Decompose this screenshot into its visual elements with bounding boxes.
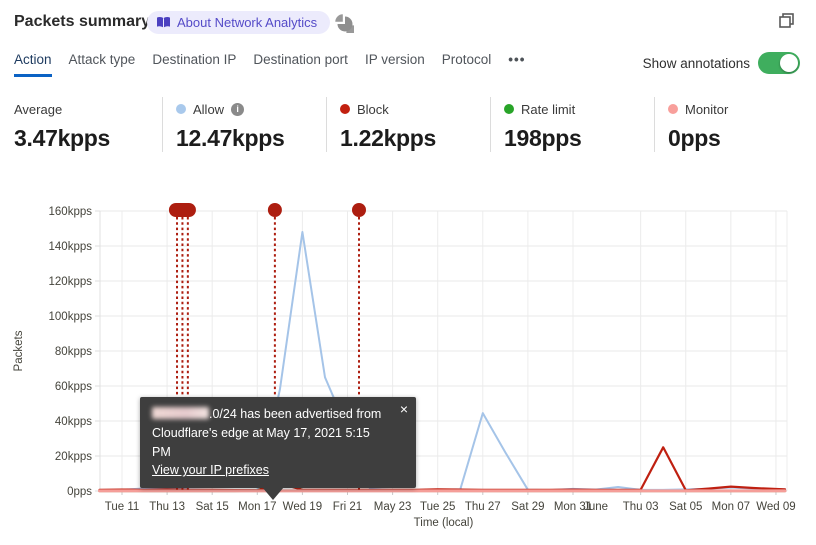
annotation-marker-dot[interactable] (352, 203, 367, 217)
stat-rate-limit: Rate limit 198pps (490, 97, 654, 152)
legend-dot-icon (176, 104, 186, 114)
stat-allow: Allow i 12.47kpps (162, 97, 326, 152)
y-tick-label: 80kpps (55, 346, 92, 358)
x-tick-label: Thu 13 (149, 501, 185, 513)
x-tick-label: Sat 05 (669, 501, 702, 513)
y-tick-label: 120kpps (49, 276, 93, 288)
info-icon[interactable]: i (231, 102, 245, 116)
show-annotations-label: Show annotations (642, 56, 750, 71)
stat-average: Average 3.47kpps (14, 97, 162, 152)
x-tick-label: Thu 03 (623, 501, 659, 513)
x-axis-title: Time (local) (414, 517, 474, 529)
page-title: Packets summary (14, 13, 151, 30)
x-tick-label: Sat 29 (511, 501, 544, 513)
y-tick-label: 20kpps (55, 451, 92, 463)
book-icon (156, 16, 171, 29)
x-tick-label: Mon 07 (712, 501, 750, 513)
tooltip-line1: .0/24 has been advertised from (152, 405, 392, 424)
x-tick-label: Tue 25 (420, 501, 455, 513)
annotation-marker-pill[interactable] (168, 203, 196, 217)
y-tick-label: 160kpps (49, 206, 93, 218)
network-analytics-panel: Packets summary About Network Analytics … (0, 0, 816, 545)
view-ip-prefixes-link[interactable]: View your IP prefixes (152, 463, 269, 477)
redacted-ip-prefix (152, 407, 209, 419)
tab-protocol[interactable]: Protocol (442, 52, 492, 77)
legend-dot-icon (504, 104, 514, 114)
x-tick-label: Mon 17 (238, 501, 276, 513)
x-tick-label: Wed 19 (283, 501, 322, 513)
tooltip-caret (262, 487, 284, 500)
tab-destination-port[interactable]: Destination port (253, 52, 348, 77)
tab-ip-version[interactable]: IP version (365, 52, 425, 77)
stats-row: Average 3.47kpps Allow i 12.47kpps Block 1.22k… (14, 97, 816, 152)
close-icon[interactable]: × (400, 399, 408, 420)
pie-chart-icon[interactable] (334, 13, 362, 41)
y-tick-label: 140kpps (49, 241, 93, 253)
stat-value: 12.47kpps (176, 125, 285, 151)
annotation-marker-dot[interactable] (267, 203, 282, 217)
stat-label: Rate limit (521, 101, 576, 117)
y-tick-label: 0pps (67, 486, 92, 498)
stat-monitor: Monitor 0pps (654, 97, 816, 152)
tooltip-line2: Cloudflare's edge at May 17, 2021 5:15 P… (152, 425, 370, 459)
stat-label: Monitor (685, 101, 729, 117)
stat-label: Allow (193, 101, 225, 117)
x-tick-label: Mon 31 (554, 501, 592, 513)
tab-destination-ip[interactable]: Destination IP (152, 52, 236, 77)
stat-value: 1.22kpps (340, 125, 437, 151)
stat-block: Block 1.22kpps (326, 97, 490, 152)
stat-value: 3.47kpps (14, 125, 111, 151)
x-tick-label: Sat 15 (196, 501, 229, 513)
stat-value: 0pps (668, 125, 721, 151)
show-annotations-toggle[interactable] (758, 52, 800, 74)
stat-label: Block (357, 101, 389, 117)
y-tick-label: 60kpps (55, 381, 92, 393)
x-tick-label: Wed 09 (756, 501, 795, 513)
x-tick-label: Fri 21 (333, 501, 362, 513)
x-tick-label: Thu 27 (465, 501, 501, 513)
tab-action[interactable]: Action (14, 52, 52, 77)
duplicate-window-icon[interactable] (778, 12, 795, 34)
y-tick-label: 100kpps (49, 311, 93, 323)
annotation-tooltip: × .0/24 has been advertised from Cloudfl… (140, 397, 416, 500)
y-tick-label: 40kpps (55, 416, 92, 428)
legend-dot-icon (340, 104, 350, 114)
tabs-row: Action Attack type Destination IP Destinati… (14, 52, 525, 77)
tabs-more-ellipsis[interactable]: ••• (508, 52, 525, 77)
about-badge-label: About Network Analytics (177, 15, 318, 30)
y-axis-title: Packets (13, 330, 25, 371)
x-tick-label: May 23 (374, 501, 412, 513)
tab-attack-type[interactable]: Attack type (69, 52, 136, 77)
toggle-knob (780, 54, 798, 72)
stat-label: Average (14, 101, 63, 117)
stat-value: 198pps (504, 125, 582, 151)
x-tick-label: June (583, 501, 608, 513)
legend-dot-icon (668, 104, 678, 114)
tooltip-line1-text: .0/24 has been advertised from (209, 407, 382, 421)
x-tick-label: Tue 11 (105, 501, 140, 513)
about-network-analytics-badge[interactable]: About Network Analytics (147, 11, 331, 34)
